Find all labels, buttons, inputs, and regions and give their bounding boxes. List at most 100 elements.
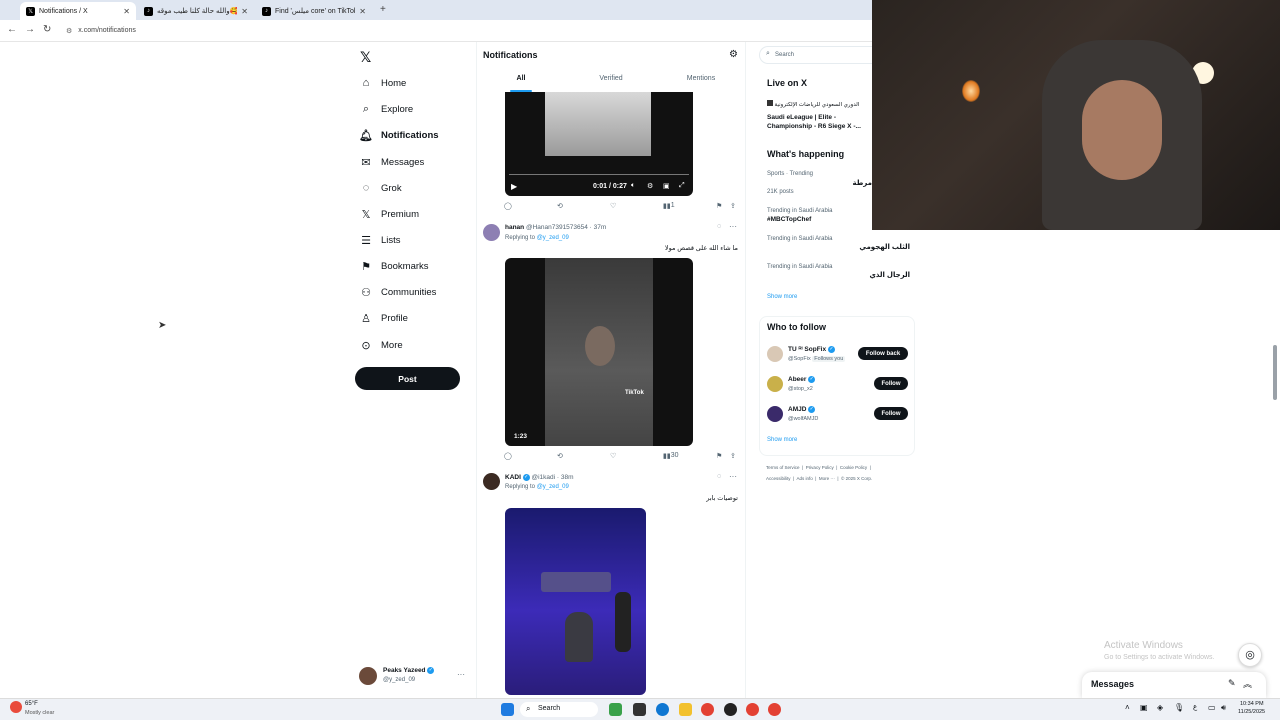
footer-link[interactable]: More ··· xyxy=(819,476,835,481)
bookmark-icon[interactable]: ⚑ xyxy=(716,202,722,210)
clock-time[interactable]: 10:34 PM xyxy=(1240,701,1264,707)
chrome-icon[interactable] xyxy=(768,703,781,716)
clock-date[interactable]: 11/25/2025 xyxy=(1238,709,1265,715)
tab-mentions[interactable]: Mentions xyxy=(656,70,746,92)
nav-home[interactable]: ⌂ Home xyxy=(360,72,407,94)
forward-icon[interactable]: → xyxy=(25,24,35,35)
x-logo-icon[interactable]: 𝕏 xyxy=(360,49,371,66)
grok-icon[interactable]: ◌ xyxy=(717,473,721,480)
grok-icon[interactable]: ◌ xyxy=(717,223,721,230)
nav-notifications[interactable]: 🔔︎ Notifications xyxy=(359,124,439,146)
follow-name[interactable]: AMJD ✓ xyxy=(788,406,816,413)
reply-icon[interactable]: ◯ xyxy=(504,452,512,460)
close-icon[interactable]: ✕ xyxy=(359,7,366,16)
close-icon[interactable]: ✕ xyxy=(241,7,248,16)
like-icon[interactable]: ♡ xyxy=(610,202,616,210)
language-indicator[interactable]: ع xyxy=(1193,703,1197,711)
replying-handle-link[interactable]: @y_zed_09 xyxy=(537,484,569,490)
share-icon[interactable]: ⇪ xyxy=(730,202,736,210)
reload-icon[interactable]: ↻ xyxy=(43,24,51,35)
avatar[interactable] xyxy=(483,224,500,241)
scrollbar-thumb[interactable] xyxy=(1273,345,1277,400)
share-icon[interactable]: ⇪ xyxy=(730,452,736,460)
app-tray-icon[interactable]: ◈ xyxy=(1157,703,1163,712)
more-icon[interactable]: ··· xyxy=(457,670,465,679)
follow-back-button[interactable]: Follow back xyxy=(858,347,908,360)
app-tray-icon[interactable]: ▣ xyxy=(1140,703,1148,712)
bookmark-icon[interactable]: ⚑ xyxy=(716,452,722,460)
tab-all[interactable]: All xyxy=(476,70,566,92)
live-host[interactable]: الدوري السعودي للرياضات الإلكترونية xyxy=(767,100,872,108)
show-more-link[interactable]: Show more xyxy=(767,294,797,300)
nav-profile[interactable]: ♙ Profile xyxy=(360,307,408,329)
volume-icon[interactable]: 🔈︎ xyxy=(631,182,635,190)
fullscreen-icon[interactable]: ⤢ xyxy=(679,182,685,190)
avatar[interactable] xyxy=(767,406,783,422)
views-icon[interactable]: ▮▮ 1 xyxy=(663,202,675,210)
windows-start-icon[interactable] xyxy=(501,703,514,716)
avatar[interactable] xyxy=(483,473,500,490)
footer-link[interactable]: Cookie Policy xyxy=(840,465,867,470)
image-media[interactable] xyxy=(505,508,646,695)
chrome-icon[interactable] xyxy=(701,703,714,716)
nav-premium[interactable]: 𝕏 Premium xyxy=(360,203,419,225)
footer-link[interactable]: Terms of Service xyxy=(766,465,800,470)
trend-name[interactable]: الثلب الهجومي xyxy=(840,243,910,251)
like-icon[interactable]: ♡ xyxy=(610,452,616,460)
play-icon[interactable]: ▶ xyxy=(511,182,517,191)
repost-icon[interactable]: ⟲ xyxy=(557,202,563,210)
video-player[interactable]: ▶ 0:01 / 0:27 🔈︎ ⚙ ▣ ⤢ xyxy=(505,92,693,196)
app-icon[interactable] xyxy=(724,703,737,716)
follow-button[interactable]: Follow xyxy=(874,407,908,420)
settings-gear-icon[interactable]: ⚙ xyxy=(729,49,738,60)
footer-link[interactable]: Privacy Policy xyxy=(806,465,834,470)
video-player[interactable]: TikTok 1:23 xyxy=(505,258,693,446)
nav-messages[interactable]: ✉ Messages xyxy=(360,151,424,173)
new-tab-button[interactable]: + xyxy=(380,4,386,15)
nav-communities[interactable]: ⚇ Communities xyxy=(360,281,436,303)
settings-icon[interactable]: ⚙ xyxy=(647,182,653,190)
nav-grok[interactable]: ◌ Grok xyxy=(360,177,402,199)
nav-more[interactable]: ⊙ More xyxy=(360,334,402,356)
repost-icon[interactable]: ⟲ xyxy=(557,452,563,460)
avatar[interactable] xyxy=(767,376,783,392)
follow-button[interactable]: Follow xyxy=(874,377,908,390)
widgets-icon[interactable] xyxy=(609,703,622,716)
back-icon[interactable]: ← xyxy=(7,24,17,35)
video-progress[interactable] xyxy=(509,174,689,175)
edge-icon[interactable] xyxy=(656,703,669,716)
weather-icon[interactable] xyxy=(10,701,22,713)
search-input[interactable]: ⌕ Search xyxy=(759,46,872,64)
show-more-link[interactable]: Show more xyxy=(767,437,797,443)
replying-handle-link[interactable]: @y_zed_09 xyxy=(537,235,569,241)
live-event[interactable]: Saudi eLeague | Elite - Championship - R… xyxy=(767,113,867,131)
tab-verified[interactable]: Verified xyxy=(566,70,656,92)
author-name[interactable]: hanan xyxy=(505,224,524,231)
tab-tiktok-2[interactable]: ♪ Find 'ميلس core' on TikTok | Ti ✕ xyxy=(256,2,372,20)
author-name[interactable]: KADI xyxy=(505,474,521,481)
close-icon[interactable]: ✕ xyxy=(123,7,130,16)
taskbar-search[interactable]: ⌕ Search xyxy=(520,702,598,717)
tab-tiktok-1[interactable]: ♪ والله حالة كلنا طيب موقه🥰💗 ✕ xyxy=(138,2,254,20)
messages-drawer[interactable]: Messages ✎ ︽ xyxy=(1082,672,1266,698)
more-icon[interactable]: ··· xyxy=(729,472,737,481)
chrome-icon[interactable] xyxy=(746,703,759,716)
new-message-icon[interactable]: ✎ xyxy=(1228,678,1236,689)
post-button[interactable]: Post xyxy=(355,367,460,390)
pip-icon[interactable]: ▣ xyxy=(663,182,670,190)
avatar[interactable] xyxy=(767,346,783,362)
trend-name[interactable]: الرجال الذي xyxy=(840,271,910,279)
url-field[interactable]: ⚙ x.com/notifications xyxy=(62,23,862,38)
nav-lists[interactable]: ☰ Lists xyxy=(360,229,400,251)
chevron-up-icon[interactable]: ︽ xyxy=(1243,677,1252,690)
follow-name[interactable]: Abeer ✓ xyxy=(788,376,816,383)
tab-notifications[interactable]: 𝕏 Notifications / X ✕ xyxy=(20,2,136,20)
nav-explore[interactable]: ⌕ Explore xyxy=(360,98,413,120)
reply-icon[interactable]: ◯ xyxy=(504,202,512,210)
footer-link[interactable]: Ads info xyxy=(796,476,812,481)
site-info-icon[interactable]: ⚙ xyxy=(66,27,72,35)
file-explorer-icon[interactable] xyxy=(679,703,692,716)
grok-fab-icon[interactable]: ◎ xyxy=(1238,643,1262,667)
more-icon[interactable]: ··· xyxy=(729,222,737,231)
account-switcher[interactable]: Peaks Yazeed ✓ @y_zed_09 ··· xyxy=(359,665,469,687)
